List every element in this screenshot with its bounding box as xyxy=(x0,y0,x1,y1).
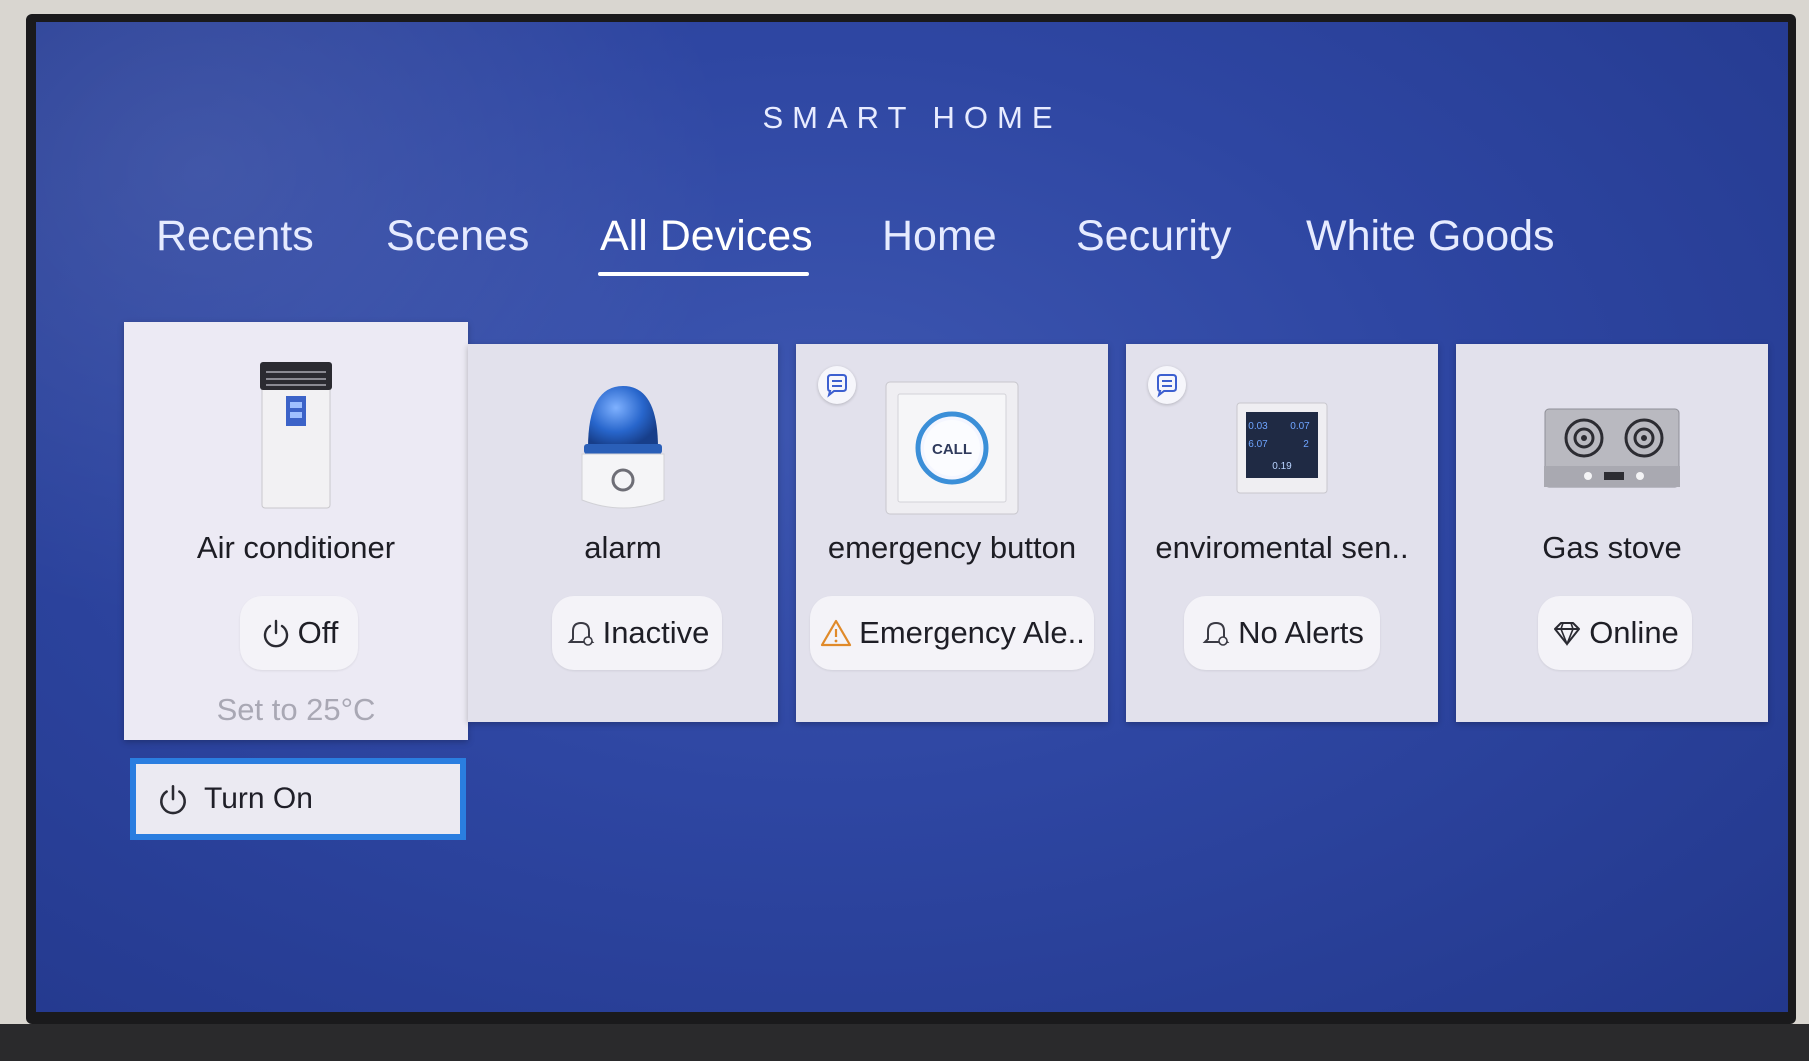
tv-screen: SMART HOME Recents Scenes All Devices Ho… xyxy=(36,22,1788,1012)
temperature-setting: Set to 25°C xyxy=(216,692,376,727)
tab-all-devices[interactable]: All Devices xyxy=(600,212,813,261)
device-name: Gas stove xyxy=(1542,530,1682,565)
call-text: CALL xyxy=(932,441,972,458)
environment-sensor-icon: 0.03 0.07 6.07 2 0.19 xyxy=(1236,402,1328,494)
tab-white-goods[interactable]: White Goods xyxy=(1306,212,1555,261)
sensor-value-4: 2 xyxy=(1303,439,1309,450)
air-conditioner-icon xyxy=(260,362,332,509)
device-card-alarm[interactable]: alarm Inactive xyxy=(468,344,778,722)
call-button-icon: CALL xyxy=(885,381,1019,515)
device-card-air-conditioner[interactable]: Air conditioner Off Set to 25°C xyxy=(124,322,468,740)
status-text: Emergency Ale.. xyxy=(859,615,1085,650)
turn-on-label: Turn On xyxy=(204,782,313,815)
alarm-siren-icon xyxy=(581,386,665,509)
sensor-value-2: 0.07 xyxy=(1290,421,1310,432)
bell-icon xyxy=(1202,621,1230,646)
tab-home[interactable]: Home xyxy=(882,212,997,261)
status-pill: No Alerts xyxy=(1184,596,1380,670)
status-pill: Off xyxy=(240,596,358,670)
device-name: Air conditioner xyxy=(196,530,396,565)
status-text: Online xyxy=(1589,615,1679,650)
message-badge[interactable] xyxy=(1148,366,1186,404)
tv-stand xyxy=(0,1024,1809,1061)
power-icon xyxy=(263,619,288,648)
turn-on-button[interactable]: Turn On xyxy=(130,758,466,840)
power-icon xyxy=(160,784,186,815)
active-tab-indicator xyxy=(598,272,809,276)
device-name: emergency button xyxy=(827,530,1077,565)
page-title: SMART HOME xyxy=(762,100,1062,135)
message-badge[interactable] xyxy=(818,366,856,404)
sensor-value-5: 0.19 xyxy=(1272,461,1292,472)
device-name: alarm xyxy=(584,530,662,565)
message-icon xyxy=(827,374,847,398)
turn-on-button-inner[interactable]: Turn On xyxy=(136,764,460,834)
tab-recents[interactable]: Recents xyxy=(156,212,314,261)
warning-triangle-icon xyxy=(821,619,852,647)
bell-icon xyxy=(567,621,594,646)
status-text: No Alerts xyxy=(1238,615,1364,650)
tv-frame: SMART HOME Recents Scenes All Devices Ho… xyxy=(26,14,1796,1024)
device-name: enviromental sen.. xyxy=(1155,530,1409,565)
message-icon xyxy=(1157,374,1177,398)
device-card-environmental-sensor[interactable]: 0.03 0.07 6.07 2 0.19 enviromental sen..… xyxy=(1126,344,1438,722)
tab-scenes[interactable]: Scenes xyxy=(386,212,529,261)
status-text: Off xyxy=(297,615,339,650)
sensor-value-1: 0.03 xyxy=(1248,421,1268,432)
device-card-emergency-button[interactable]: CALL emergency button Emergency Ale.. xyxy=(796,344,1108,722)
status-pill: Inactive xyxy=(552,596,722,670)
gas-stove-icon xyxy=(1544,408,1680,488)
device-card-gas-stove[interactable]: Gas stove Online xyxy=(1456,344,1768,722)
status-pill: Emergency Ale.. xyxy=(810,596,1094,670)
status-text: Inactive xyxy=(602,615,710,650)
tab-security[interactable]: Security xyxy=(1076,212,1231,261)
tab-bar: Recents Scenes All Devices Home Security… xyxy=(36,212,1788,292)
diamond-icon xyxy=(1554,622,1581,647)
sensor-value-3: 6.07 xyxy=(1248,439,1268,450)
status-pill: Online xyxy=(1538,596,1692,670)
